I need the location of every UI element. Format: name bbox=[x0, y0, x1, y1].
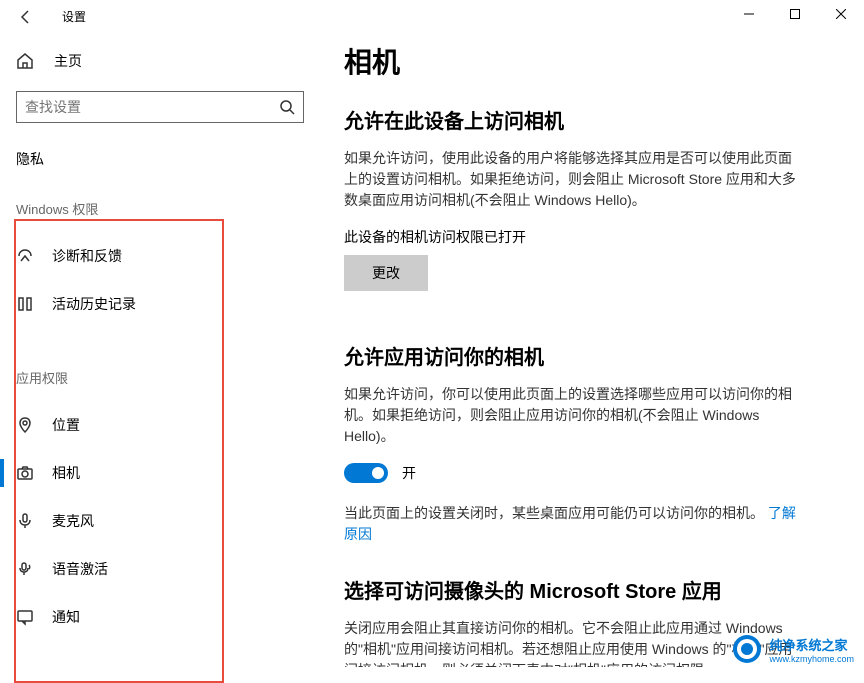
section1-title: 允许在此设备上访问相机 bbox=[344, 105, 834, 134]
sidebar-item-diagnostics[interactable]: 诊断和反馈 bbox=[16, 232, 320, 280]
sidebar-item-activity[interactable]: 活动历史记录 bbox=[16, 280, 320, 328]
sidebar-item-camera[interactable]: 相机 bbox=[16, 449, 320, 497]
activity-icon bbox=[16, 295, 34, 313]
sidebar-item-location[interactable]: 位置 bbox=[16, 401, 320, 449]
home-nav[interactable]: 主页 bbox=[16, 39, 320, 83]
section-windows-permissions: Windows 权限 bbox=[16, 199, 320, 218]
watermark-logo-icon bbox=[731, 633, 763, 665]
privacy-category: 隐私 bbox=[16, 149, 320, 169]
back-button[interactable] bbox=[18, 9, 34, 25]
home-label: 主页 bbox=[54, 51, 82, 71]
watermark-url: www.kzmyhome.com bbox=[769, 654, 854, 664]
page-title: 相机 bbox=[344, 41, 834, 81]
sidebar-item-label: 诊断和反馈 bbox=[52, 246, 122, 266]
toggle-label: 开 bbox=[402, 463, 416, 483]
section3-title: 选择可访问摄像头的 Microsoft Store 应用 bbox=[344, 575, 834, 604]
search-box[interactable] bbox=[16, 91, 304, 123]
minimize-button[interactable] bbox=[726, 0, 772, 28]
sidebar-item-label: 活动历史记录 bbox=[52, 294, 136, 314]
sidebar-item-label: 通知 bbox=[52, 607, 80, 627]
microphone-icon bbox=[16, 512, 34, 530]
sidebar-item-voice[interactable]: 语音激活 bbox=[16, 545, 320, 593]
location-icon bbox=[16, 416, 34, 434]
sidebar: 主页 隐私 Windows 权限 诊断和反馈 活动历史记录 应用权限 位置 bbox=[0, 33, 320, 667]
camera-icon bbox=[16, 464, 34, 482]
section2-title: 允许应用访问你的相机 bbox=[344, 341, 834, 370]
sidebar-item-label: 语音激活 bbox=[52, 559, 108, 579]
camera-toggle[interactable] bbox=[344, 463, 388, 483]
section1-desc: 如果允许访问，使用此设备的用户将能够选择其应用是否可以使用此页面上的设置访问相机… bbox=[344, 148, 804, 211]
sidebar-item-microphone[interactable]: 麦克风 bbox=[16, 497, 320, 545]
close-button[interactable] bbox=[818, 0, 864, 28]
watermark: 纯净系统之家 www.kzmyhome.com bbox=[731, 633, 854, 665]
section2-desc: 如果允许访问，你可以使用此页面上的设置选择哪些应用可以访问你的相机。如果拒绝访问… bbox=[344, 384, 804, 447]
toggle-knob bbox=[372, 467, 384, 479]
maximize-button[interactable] bbox=[772, 0, 818, 28]
watermark-name: 纯净系统之家 bbox=[769, 635, 854, 654]
content-area: 相机 允许在此设备上访问相机 如果允许访问，使用此设备的用户将能够选择其应用是否… bbox=[320, 33, 864, 667]
sidebar-item-notifications[interactable]: 通知 bbox=[16, 593, 320, 641]
search-input[interactable] bbox=[25, 99, 279, 115]
window-title: 设置 bbox=[62, 8, 86, 25]
search-icon bbox=[279, 99, 295, 115]
note-text: 当此页面上的设置关闭时，某些桌面应用可能仍可以访问你的相机。 bbox=[344, 505, 764, 521]
voice-icon bbox=[16, 560, 34, 578]
sidebar-item-label: 相机 bbox=[52, 463, 80, 483]
diagnostics-icon bbox=[16, 247, 34, 265]
section2-note: 当此页面上的设置关闭时，某些桌面应用可能仍可以访问你的相机。 了解原因 bbox=[344, 503, 804, 545]
sidebar-item-label: 位置 bbox=[52, 415, 80, 435]
camera-status: 此设备的相机访问权限已打开 bbox=[344, 227, 834, 247]
change-button[interactable]: 更改 bbox=[344, 255, 428, 291]
sidebar-item-label: 麦克风 bbox=[52, 511, 94, 531]
notification-icon bbox=[16, 608, 34, 626]
